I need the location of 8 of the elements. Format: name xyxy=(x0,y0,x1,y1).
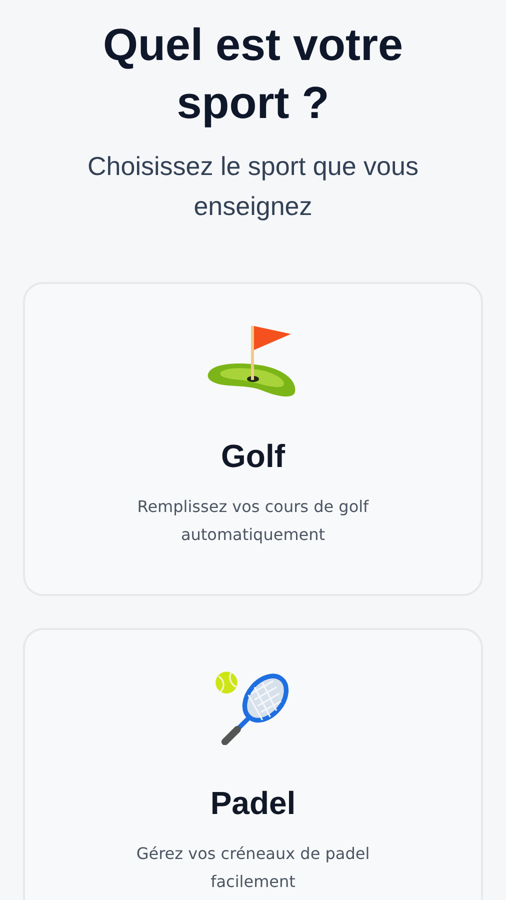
page-title: Quel est votre sport ? xyxy=(102,18,404,130)
page-subtitle: Choisissez le sport que vous enseignez xyxy=(86,150,420,223)
sport-card[interactable]: Padel Gérez vos créneaux de padel facilement xyxy=(23,628,483,900)
sport-name: Padel xyxy=(210,785,296,822)
sport-description: Remplissez vos cours de golf automatiquement xyxy=(136,496,370,546)
sport-card[interactable]: Golf Remplissez vos cours de golf automatiquement xyxy=(23,282,483,596)
sport-name: Golf xyxy=(221,438,285,475)
sport-description: Gérez vos créneaux de padel facilement xyxy=(135,843,371,893)
